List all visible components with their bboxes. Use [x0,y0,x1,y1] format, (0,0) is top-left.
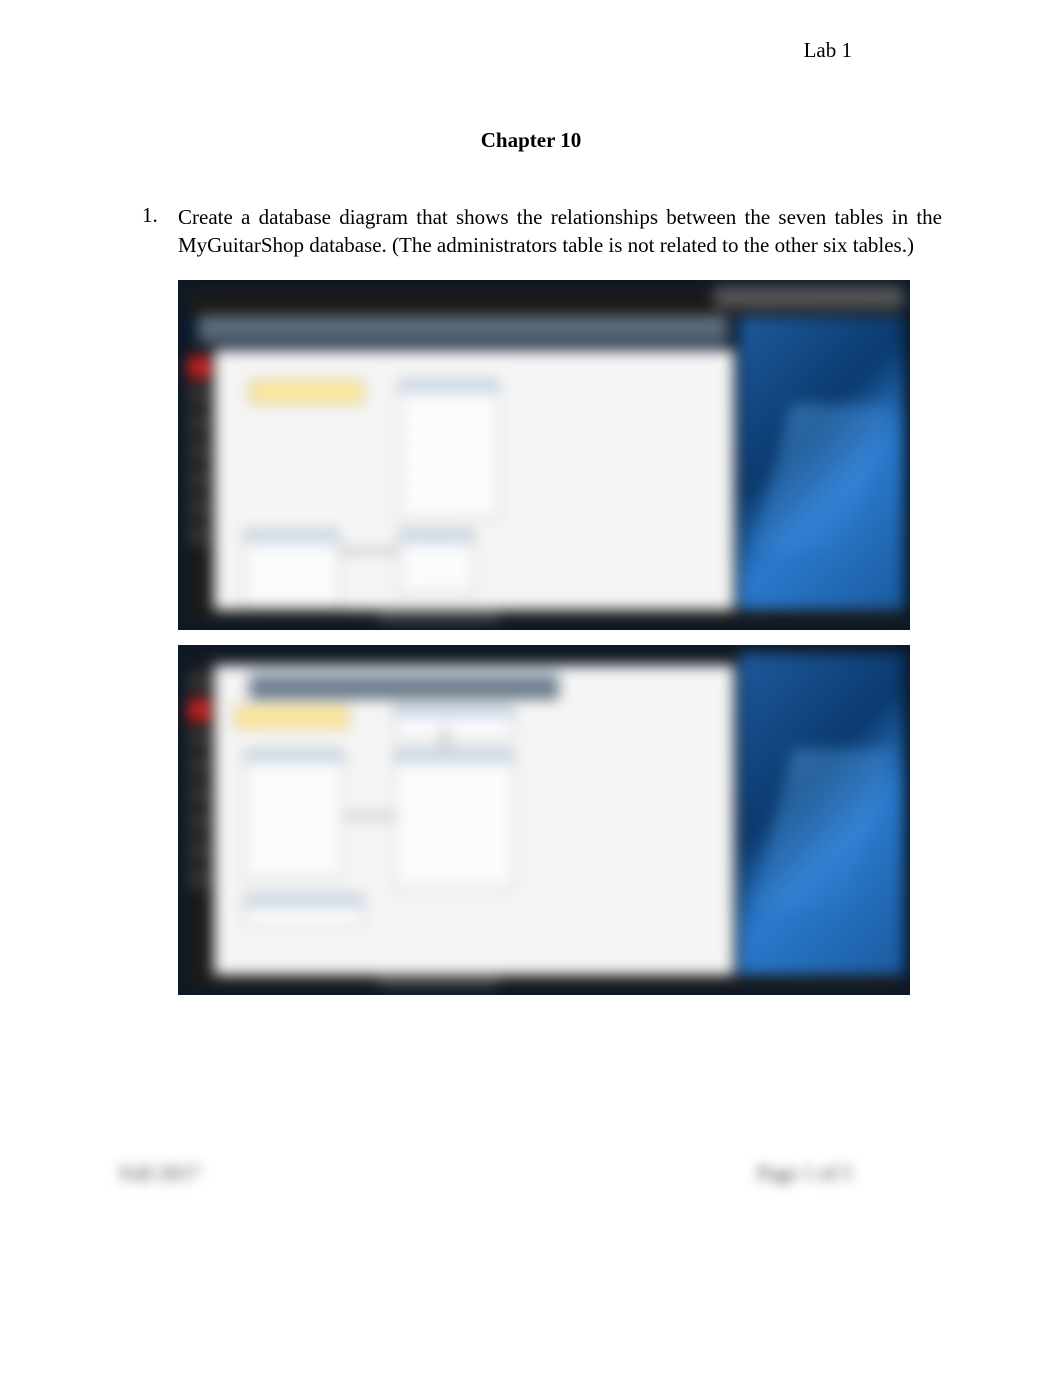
table-box-highlighted [234,705,349,729]
table-box [244,750,344,880]
relationship-line [339,550,399,552]
toolbar [249,673,559,699]
relationship-line [344,815,394,817]
sidebar-icon [188,811,210,833]
sidebar-icon [188,783,210,805]
menu-toolbar [198,316,728,344]
window-controls [714,286,904,308]
sidebar-icon [188,440,210,462]
sidebar-icon [188,356,210,378]
sidebar-icon [188,867,210,889]
desktop-background [739,653,904,975]
chapter-title: Chapter 10 [120,128,942,153]
table-box [394,705,514,740]
sidebar-icon [188,699,210,721]
table-box [399,380,499,520]
left-sidebar [184,350,214,610]
sidebar-icon [188,727,210,749]
screenshot-1 [178,280,910,630]
question-text: Create a database diagram that shows the… [178,203,942,260]
question-number: 1. [142,203,178,260]
sidebar-icon [188,384,210,406]
sidebar-icon [188,412,210,434]
table-box [399,530,474,595]
screenshots-container [178,280,942,995]
windows-taskbar [184,975,904,989]
sidebar-icon [188,496,210,518]
sidebar-icon [188,755,210,777]
screenshot-2 [178,645,910,995]
left-sidebar [184,665,214,975]
sidebar-icon [188,671,210,693]
taskbar-items [378,612,498,622]
footer-right: Page 1 of 5 [757,1161,852,1186]
table-box [244,895,364,925]
relationship-line [444,725,446,750]
header-label: Lab 1 [804,38,852,63]
diagram-canvas [214,665,734,975]
table-box-highlighted [249,380,364,404]
sidebar-icon [188,839,210,861]
taskbar-items [378,977,498,987]
diagram-canvas [214,350,734,610]
table-box [394,750,514,890]
desktop-background [739,316,904,610]
windows-taskbar [184,610,904,624]
sidebar-icon [188,468,210,490]
table-box [244,530,339,610]
question-block: 1. Create a database diagram that shows … [142,203,942,260]
page-footer: Fall 2017 Page 1 of 5 [120,1161,852,1186]
footer-left: Fall 2017 [120,1161,200,1186]
sidebar-icon [188,524,210,546]
